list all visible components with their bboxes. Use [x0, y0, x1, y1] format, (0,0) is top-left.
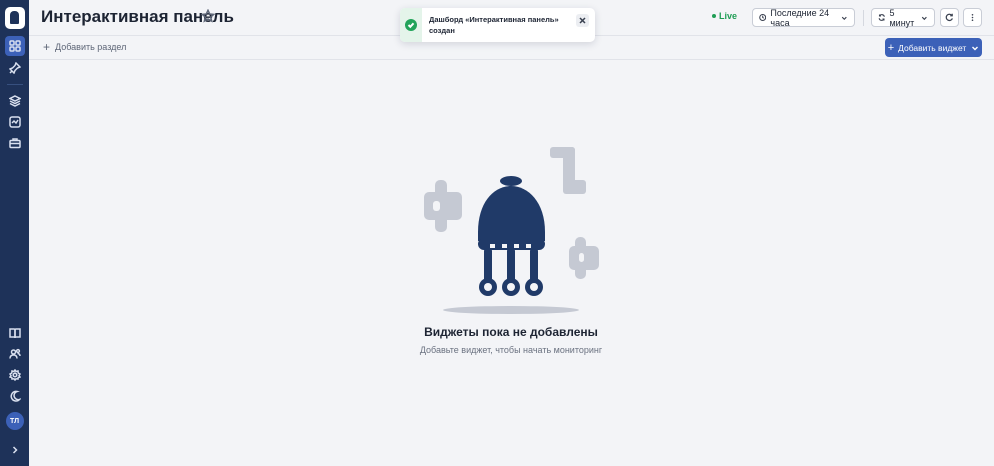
mascot-figure [478, 176, 545, 296]
live-dot [712, 14, 716, 18]
refresh-button[interactable] [940, 8, 959, 27]
sidebar-item-docs[interactable] [5, 323, 25, 343]
more-options-button[interactable] [963, 8, 982, 27]
sidebar-item-layers[interactable] [5, 91, 25, 111]
avatar[interactable]: ТЛ [5, 412, 24, 430]
sidebar-divider [6, 84, 23, 85]
refresh-interval-label: 5 минут [889, 7, 915, 28]
empty-state-subtitle: Добавьте виджет, чтобы начать мониторинг [419, 345, 603, 355]
sidebar-item-dashboards[interactable] [4, 36, 25, 56]
sync-icon [878, 14, 885, 21]
activity-icon [8, 116, 21, 128]
favorite-button[interactable] [200, 8, 216, 23]
toast-close-button[interactable] [576, 14, 589, 27]
add-widget-button[interactable]: + Добавить виджет [885, 38, 982, 57]
illustration-shadow [443, 306, 579, 314]
live-label: Live [719, 11, 738, 21]
chevron-down-icon [972, 46, 979, 50]
sidebar-item-theme[interactable] [5, 386, 25, 406]
sidebar: ТЛ [0, 0, 29, 466]
add-widget-label: Добавить виджет [898, 42, 967, 53]
layers-icon [8, 95, 21, 107]
sidebar-item-monitoring[interactable] [5, 112, 25, 132]
sidebar-item-pinned[interactable] [5, 58, 25, 78]
dashboard-toolbar: + Добавить раздел + Добавить виджет [29, 36, 994, 60]
empty-state-illustration [424, 147, 599, 314]
refresh-interval-select[interactable]: 5 минут [871, 7, 935, 28]
add-section-button[interactable]: + Добавить раздел [43, 39, 127, 54]
sidebar-expand[interactable] [5, 440, 25, 460]
refresh-icon [945, 13, 953, 22]
chevron-down-icon [842, 16, 848, 20]
pin-icon [8, 62, 21, 74]
users-icon [8, 348, 21, 359]
book-icon [8, 328, 21, 339]
add-section-label: Добавить раздел [55, 42, 127, 52]
sidebar-item-team[interactable] [5, 344, 25, 364]
time-range-select[interactable]: Последние 24 часа [752, 7, 855, 28]
time-range-label: Последние 24 часа [770, 7, 830, 28]
chevron-down-icon [922, 16, 928, 20]
chevron-right-icon [12, 446, 18, 454]
plus-icon: + [43, 39, 51, 54]
moon-icon [9, 390, 21, 402]
toast-message: Дашборд «Интерактивная панель» создан [429, 15, 559, 35]
sidebar-item-services[interactable] [5, 133, 25, 153]
plus-icon: + [887, 41, 895, 54]
gear-icon [8, 369, 21, 381]
clock-icon [759, 14, 767, 21]
live-indicator: Live [712, 11, 737, 21]
star-icon [200, 8, 216, 23]
more-vertical-icon [971, 13, 974, 22]
sidebar-item-settings[interactable] [5, 365, 25, 385]
header-divider [863, 10, 864, 26]
briefcase-icon [8, 138, 21, 149]
app-logo[interactable] [4, 7, 25, 29]
dashboard-grid-icon [8, 40, 21, 52]
check-circle-icon [405, 19, 417, 31]
empty-state-title: Виджеты пока не добавлены [424, 325, 598, 339]
close-icon [579, 17, 586, 24]
